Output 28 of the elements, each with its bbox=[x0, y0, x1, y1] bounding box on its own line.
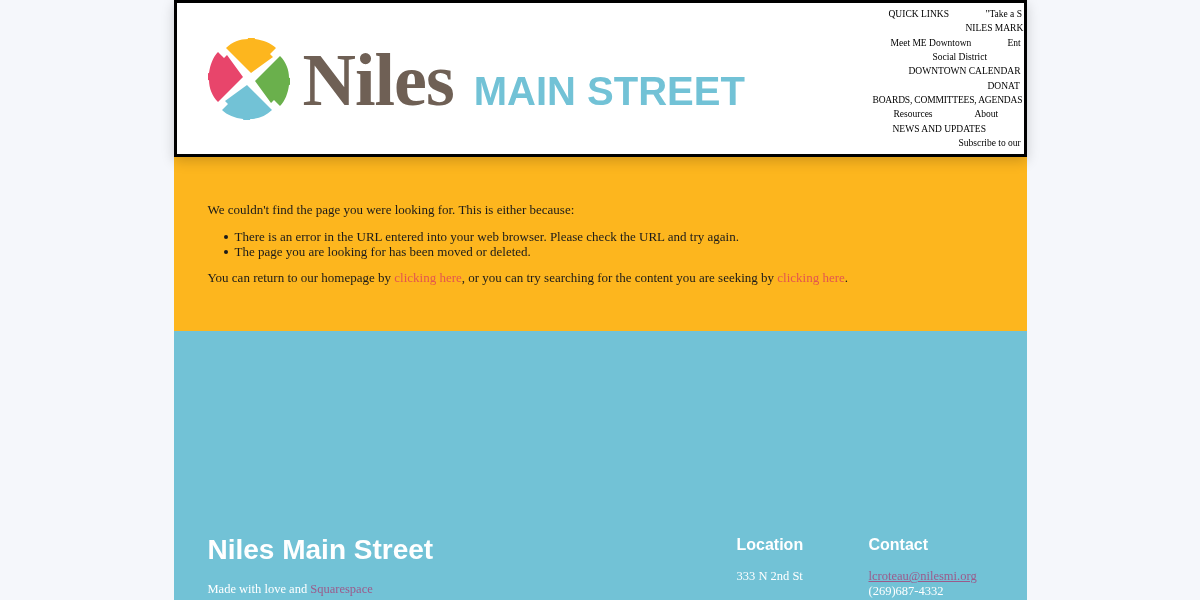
nav-link[interactable]: Ent bbox=[1007, 36, 1021, 49]
pinwheel-logo-icon bbox=[207, 37, 290, 120]
error-intro-text: We couldn't find the page you were looking for. This is either because: bbox=[207, 202, 576, 217]
logo-wordmark: Niles bbox=[302, 42, 454, 117]
nav-link[interactable]: "Take a S bbox=[985, 8, 1022, 21]
nav-link[interactable]: Subscribe to our bbox=[958, 136, 1021, 149]
nav-link[interactable]: QUICK LINKS bbox=[888, 8, 986, 21]
nav-link[interactable]: Meet ME Downtown bbox=[890, 36, 1008, 49]
bullet-icon bbox=[223, 234, 228, 239]
nav-link[interactable]: Social District bbox=[932, 51, 988, 64]
nav-link[interactable]: About bbox=[974, 108, 999, 121]
error-reason-text: There is an error in the URL entered into your web browser. Please check the URL and try again. bbox=[234, 229, 739, 244]
nav-link[interactable]: NILES MARK bbox=[965, 22, 1024, 35]
credit-text: Made with love and Squarespace bbox=[207, 582, 373, 597]
footer-column-heading: Contact bbox=[868, 535, 929, 555]
error-reason-text: The page you are looking for has been moved or deleted. bbox=[234, 244, 531, 259]
nav-link[interactable]: BOARDS, COMMITTEES, AGENDAS bbox=[872, 93, 1023, 106]
nav-link[interactable]: DOWNTOWN CALENDAR bbox=[908, 65, 1021, 78]
logo-tagline: MAIN STREET bbox=[473, 70, 745, 111]
footer-info-text: (269)687-4332 bbox=[868, 584, 944, 599]
bullet-icon bbox=[223, 249, 228, 254]
footer-title: Niles Main Street bbox=[207, 534, 434, 566]
nav-link[interactable]: NEWS AND UPDATES bbox=[892, 122, 986, 135]
return-instructions-text: You can return to our homepage by clicking here, or you can try searching for the content you are seeking by clicking here. bbox=[207, 270, 850, 285]
nav-link[interactable]: Resources bbox=[893, 108, 975, 121]
nav-link[interactable]: DONAT bbox=[987, 79, 1020, 92]
footer-info-text: 333 N 2nd St bbox=[736, 569, 803, 584]
footer-column-heading: Location bbox=[736, 535, 804, 555]
